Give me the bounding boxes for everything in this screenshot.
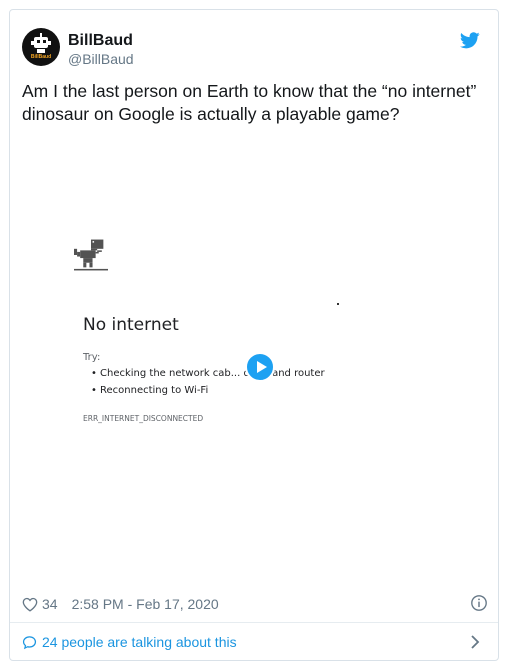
suggestion-item: Reconnecting to Wi-Fi xyxy=(91,385,208,396)
comment-bubble-icon xyxy=(22,635,37,650)
avatar-label: BillBaud xyxy=(30,54,52,60)
tweet-card: BillBaud BillBaud @BillBaud Am I the las… xyxy=(9,9,499,661)
try-label: Try: xyxy=(83,352,101,363)
conversation-link[interactable]: 24 people are talking about this xyxy=(22,632,488,652)
divider xyxy=(10,622,498,623)
no-internet-title: No internet xyxy=(83,315,179,335)
avatar[interactable]: BillBaud xyxy=(22,28,60,66)
twitter-bird-icon[interactable] xyxy=(459,32,480,54)
chevron-right-icon[interactable] xyxy=(470,634,480,653)
suggestion-item: Checking the network cab... dem, and rou… xyxy=(91,368,325,379)
user-display-name[interactable]: BillBaud xyxy=(68,32,133,50)
tweet-video[interactable]: No internet Try: Checking the network ca… xyxy=(22,150,488,590)
info-icon[interactable] xyxy=(470,594,488,615)
like-count[interactable]: 34 xyxy=(42,596,58,612)
dino-icon xyxy=(74,238,108,277)
timestamp[interactable]: 2:58 PM - Feb 17, 2020 xyxy=(72,596,219,612)
tweet-text: Am I the last person on Earth to know th… xyxy=(22,81,477,124)
play-button[interactable] xyxy=(245,352,275,382)
tweet-meta: 34 2:58 PM - Feb 17, 2020 xyxy=(22,594,488,614)
heart-icon[interactable] xyxy=(22,597,38,612)
user-handle[interactable]: @BillBaud xyxy=(68,51,134,67)
error-code: ERR_INTERNET_DISCONNECTED xyxy=(83,414,204,423)
decoration-dot xyxy=(337,303,339,305)
avatar-robot-icon xyxy=(31,33,51,53)
talking-count: 24 people are talking about this xyxy=(42,634,237,650)
